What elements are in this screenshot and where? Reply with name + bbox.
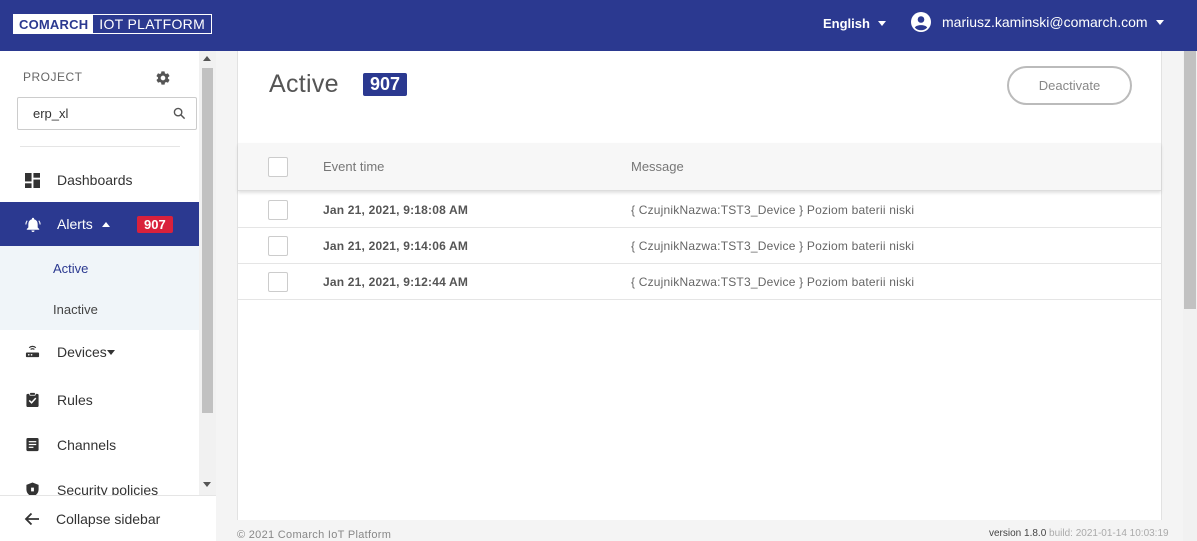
alerts-panel: Active 907 Deactivate Event time Message…: [237, 51, 1162, 520]
sidebar-item-channels[interactable]: Channels: [0, 423, 199, 467]
sidebar-item-dashboards[interactable]: Dashboards: [0, 158, 199, 202]
table-header: Event time Message: [238, 143, 1161, 191]
subnav-item-inactive[interactable]: Inactive: [53, 302, 98, 317]
alerts-subnav: Active Inactive: [0, 246, 199, 330]
row-checkbox[interactable]: [268, 272, 288, 292]
page-scrollbar[interactable]: [1183, 51, 1197, 541]
sidebar-item-alerts[interactable]: Alerts 907: [0, 202, 199, 246]
language-selector[interactable]: English: [823, 16, 886, 31]
arrow-left-icon: [24, 512, 39, 526]
event-time: Jan 21, 2021, 9:12:44 AM: [323, 275, 469, 289]
sidebar-item-label: Channels: [57, 437, 117, 453]
collapse-sidebar-button[interactable]: Collapse sidebar: [0, 495, 216, 541]
project-search-input[interactable]: [33, 106, 173, 121]
event-time: Jan 21, 2021, 9:18:08 AM: [323, 203, 469, 217]
sidebar-item-devices[interactable]: Devices: [0, 330, 199, 374]
bell-icon: [25, 217, 41, 232]
sidebar-scrollbar[interactable]: [199, 51, 216, 495]
shield-icon: [26, 482, 39, 495]
top-bar: COMARCH IOT PLATFORM English mariusz.kam…: [0, 0, 1197, 51]
event-message: { CzujnikNazwa:TST3_Device } Poziom bate…: [631, 239, 915, 253]
build-text: build: 2021-01-14 10:03:19: [1049, 528, 1169, 539]
column-header-event-time[interactable]: Event time: [323, 159, 384, 174]
deactivate-button[interactable]: Deactivate: [1007, 66, 1132, 105]
row-checkbox[interactable]: [268, 200, 288, 220]
table-row[interactable]: Jan 21, 2021, 9:12:44 AM { CzujnikNazwa:…: [238, 264, 1161, 300]
sidebar-item-rules[interactable]: Rules: [0, 378, 199, 422]
footer-copyright: © 2021 Comarch IoT Platform: [237, 529, 392, 541]
chevron-down-icon: [877, 21, 886, 26]
column-header-message[interactable]: Message: [631, 159, 684, 174]
document-icon: [26, 437, 39, 452]
event-message: { CzujnikNazwa:TST3_Device } Poziom bate…: [631, 203, 915, 217]
alerts-count-badge: 907: [137, 216, 173, 233]
scroll-down-arrow-icon[interactable]: [203, 482, 211, 487]
dashboard-icon: [25, 173, 40, 188]
chevron-down-icon: [1155, 19, 1164, 25]
sidebar-item-label: Rules: [57, 392, 93, 408]
sidebar-scroll-thumb[interactable]: [202, 68, 213, 413]
page-scroll-thumb[interactable]: [1184, 51, 1196, 309]
sidebar-item-label: Dashboards: [57, 172, 133, 188]
scroll-up-arrow-icon[interactable]: [203, 56, 211, 61]
sidebar: PROJECT Dashboards Alerts 907 Active: [0, 51, 216, 541]
user-email: mariusz.kaminski@comarch.com: [942, 14, 1148, 30]
user-menu[interactable]: mariusz.kaminski@comarch.com: [911, 12, 1164, 32]
account-icon: [911, 12, 931, 32]
version-text: version 1.8.0: [989, 528, 1047, 539]
page-title: Active: [269, 70, 339, 98]
language-label: English: [823, 16, 870, 31]
event-message: { CzujnikNazwa:TST3_Device } Poziom bate…: [631, 275, 915, 289]
subnav-item-active[interactable]: Active: [53, 261, 88, 276]
footer-version: version 1.8.0 build: 2021-01-14 10:03:19: [989, 528, 1169, 539]
sidebar-item-label: Security policies: [57, 482, 159, 495]
clipboard-check-icon: [26, 392, 39, 407]
sidebar-item-label: Devices: [57, 344, 107, 360]
chevron-up-icon: [102, 222, 110, 227]
chevron-down-icon: [107, 350, 115, 355]
table-row[interactable]: Jan 21, 2021, 9:14:06 AM { CzujnikNazwa:…: [238, 228, 1161, 264]
gear-icon[interactable]: [155, 70, 171, 86]
active-count-badge: 907: [363, 73, 408, 96]
logo[interactable]: COMARCH IOT PLATFORM: [13, 14, 213, 34]
logo-product: IOT PLATFORM: [99, 16, 206, 32]
table-row[interactable]: Jan 21, 2021, 9:18:08 AM { CzujnikNazwa:…: [238, 192, 1161, 228]
project-search[interactable]: [17, 97, 197, 130]
sidebar-item-label: Alerts: [57, 216, 93, 232]
search-icon[interactable]: [173, 107, 186, 120]
event-time: Jan 21, 2021, 9:14:06 AM: [323, 239, 469, 253]
divider: [20, 146, 180, 147]
sidebar-item-security-policies[interactable]: Security policies: [0, 468, 199, 495]
logo-brand: COMARCH: [14, 15, 94, 33]
router-icon: [25, 345, 40, 358]
collapse-sidebar-label: Collapse sidebar: [56, 510, 161, 527]
project-label: PROJECT: [23, 70, 83, 84]
row-checkbox[interactable]: [268, 236, 288, 256]
select-all-checkbox[interactable]: [268, 157, 288, 177]
